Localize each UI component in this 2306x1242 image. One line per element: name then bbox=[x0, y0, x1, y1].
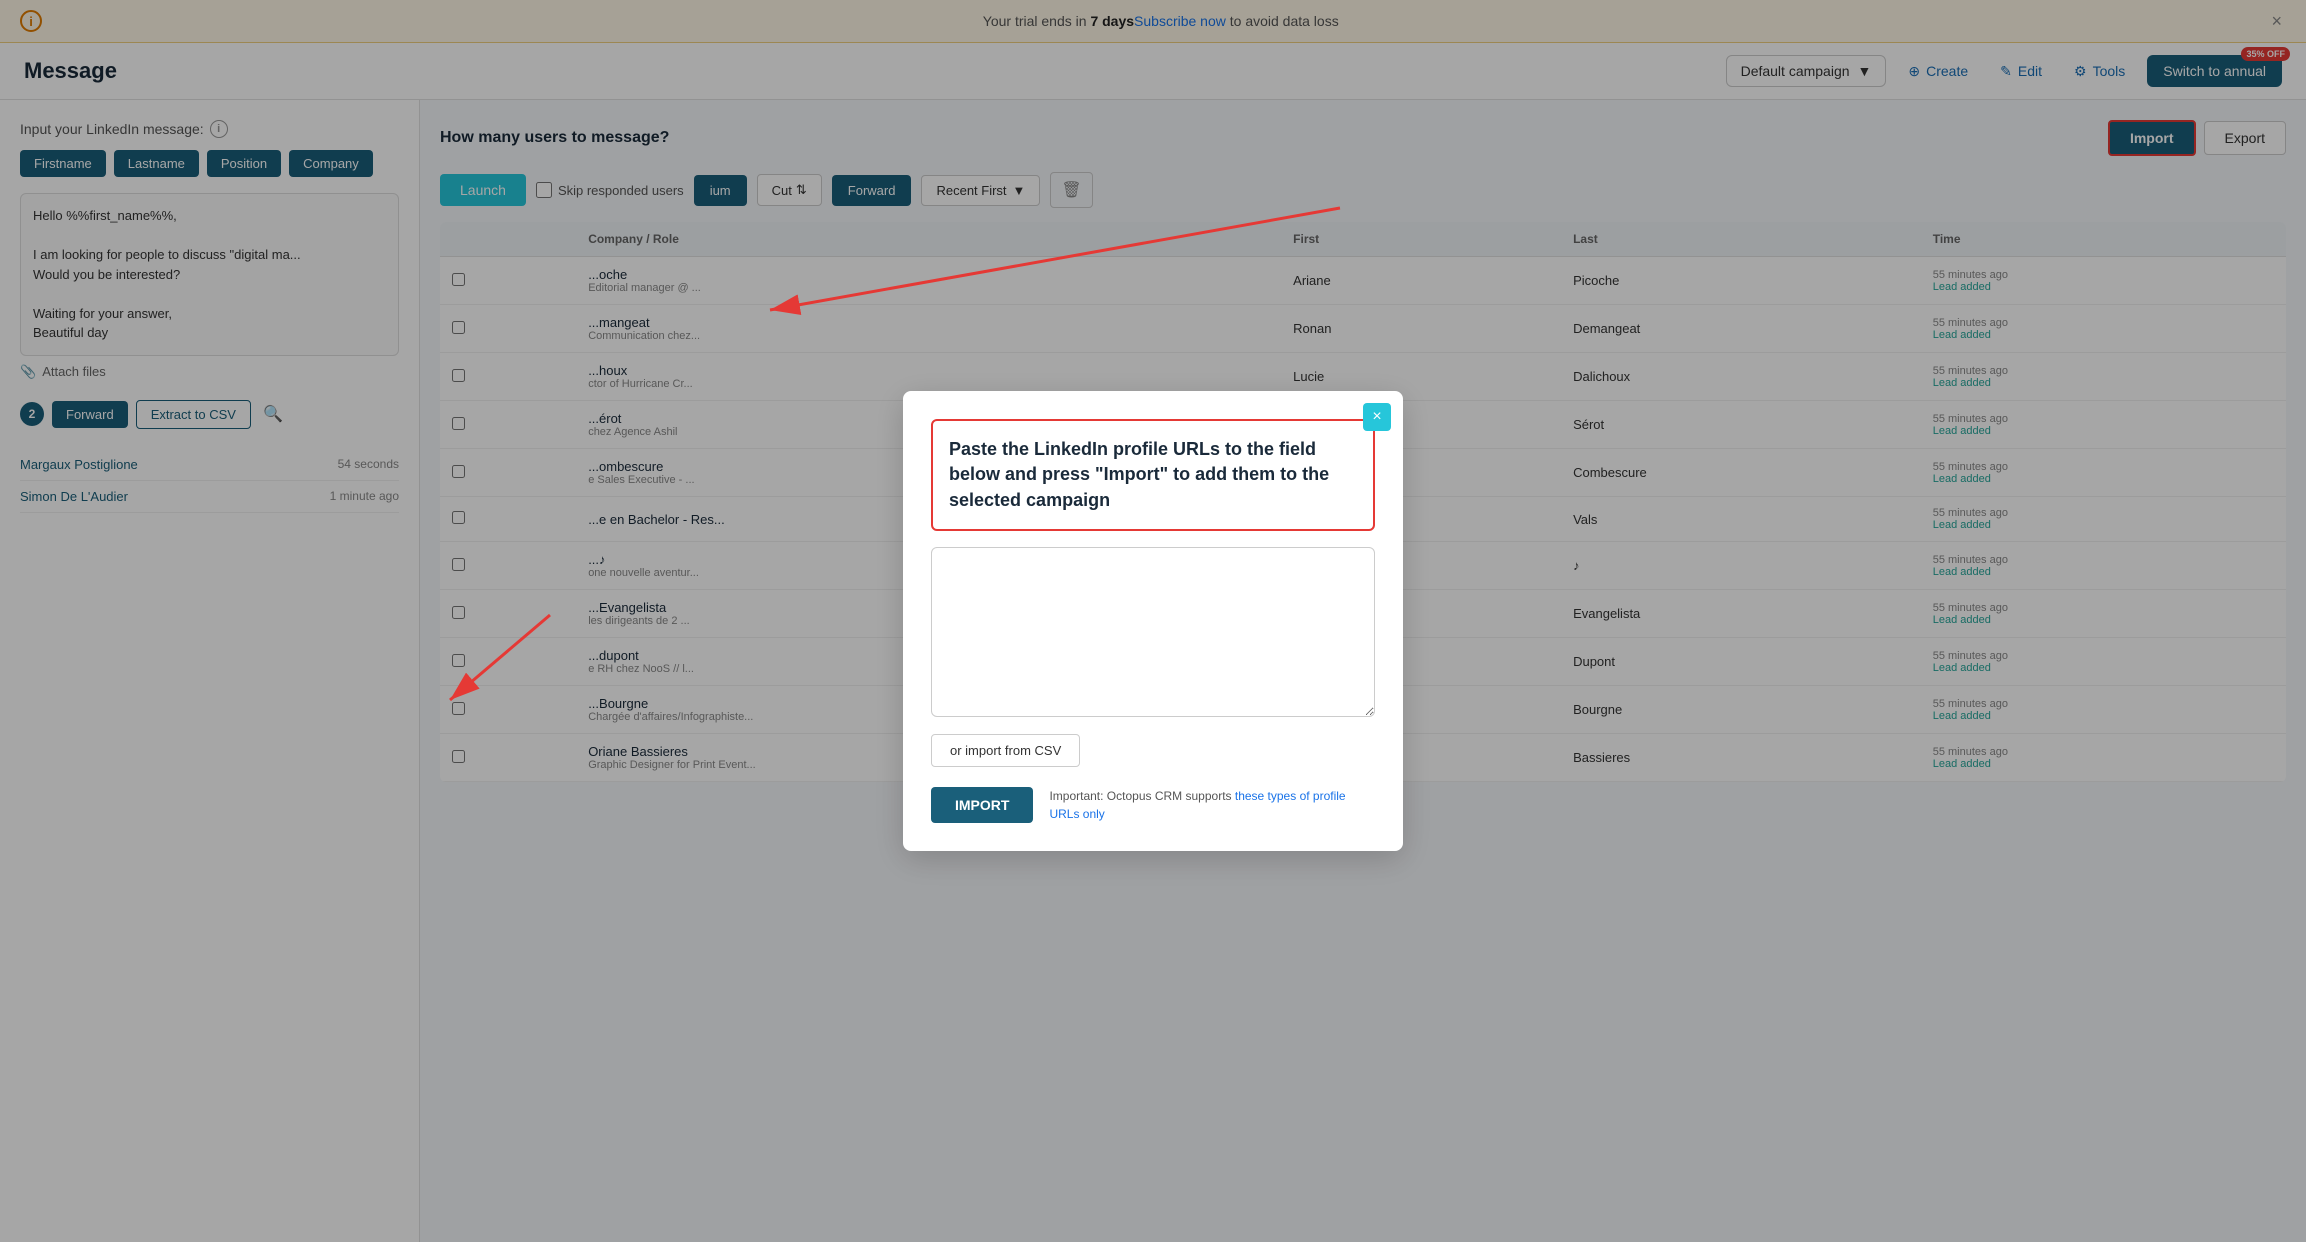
modal-title: Paste the LinkedIn profile URLs to the f… bbox=[931, 419, 1375, 531]
import-csv-button[interactable]: or import from CSV bbox=[931, 734, 1080, 767]
modal-close-button[interactable]: × bbox=[1363, 403, 1391, 431]
modal-note: Important: Octopus CRM supports these ty… bbox=[1049, 787, 1375, 823]
import-modal: × Paste the LinkedIn profile URLs to the… bbox=[903, 391, 1403, 851]
modal-footer: IMPORT Important: Octopus CRM supports t… bbox=[931, 787, 1375, 823]
modal-overlay[interactable]: × Paste the LinkedIn profile URLs to the… bbox=[0, 0, 2306, 1242]
modal-import-button[interactable]: IMPORT bbox=[931, 787, 1033, 823]
url-input-textarea[interactable] bbox=[931, 547, 1375, 717]
